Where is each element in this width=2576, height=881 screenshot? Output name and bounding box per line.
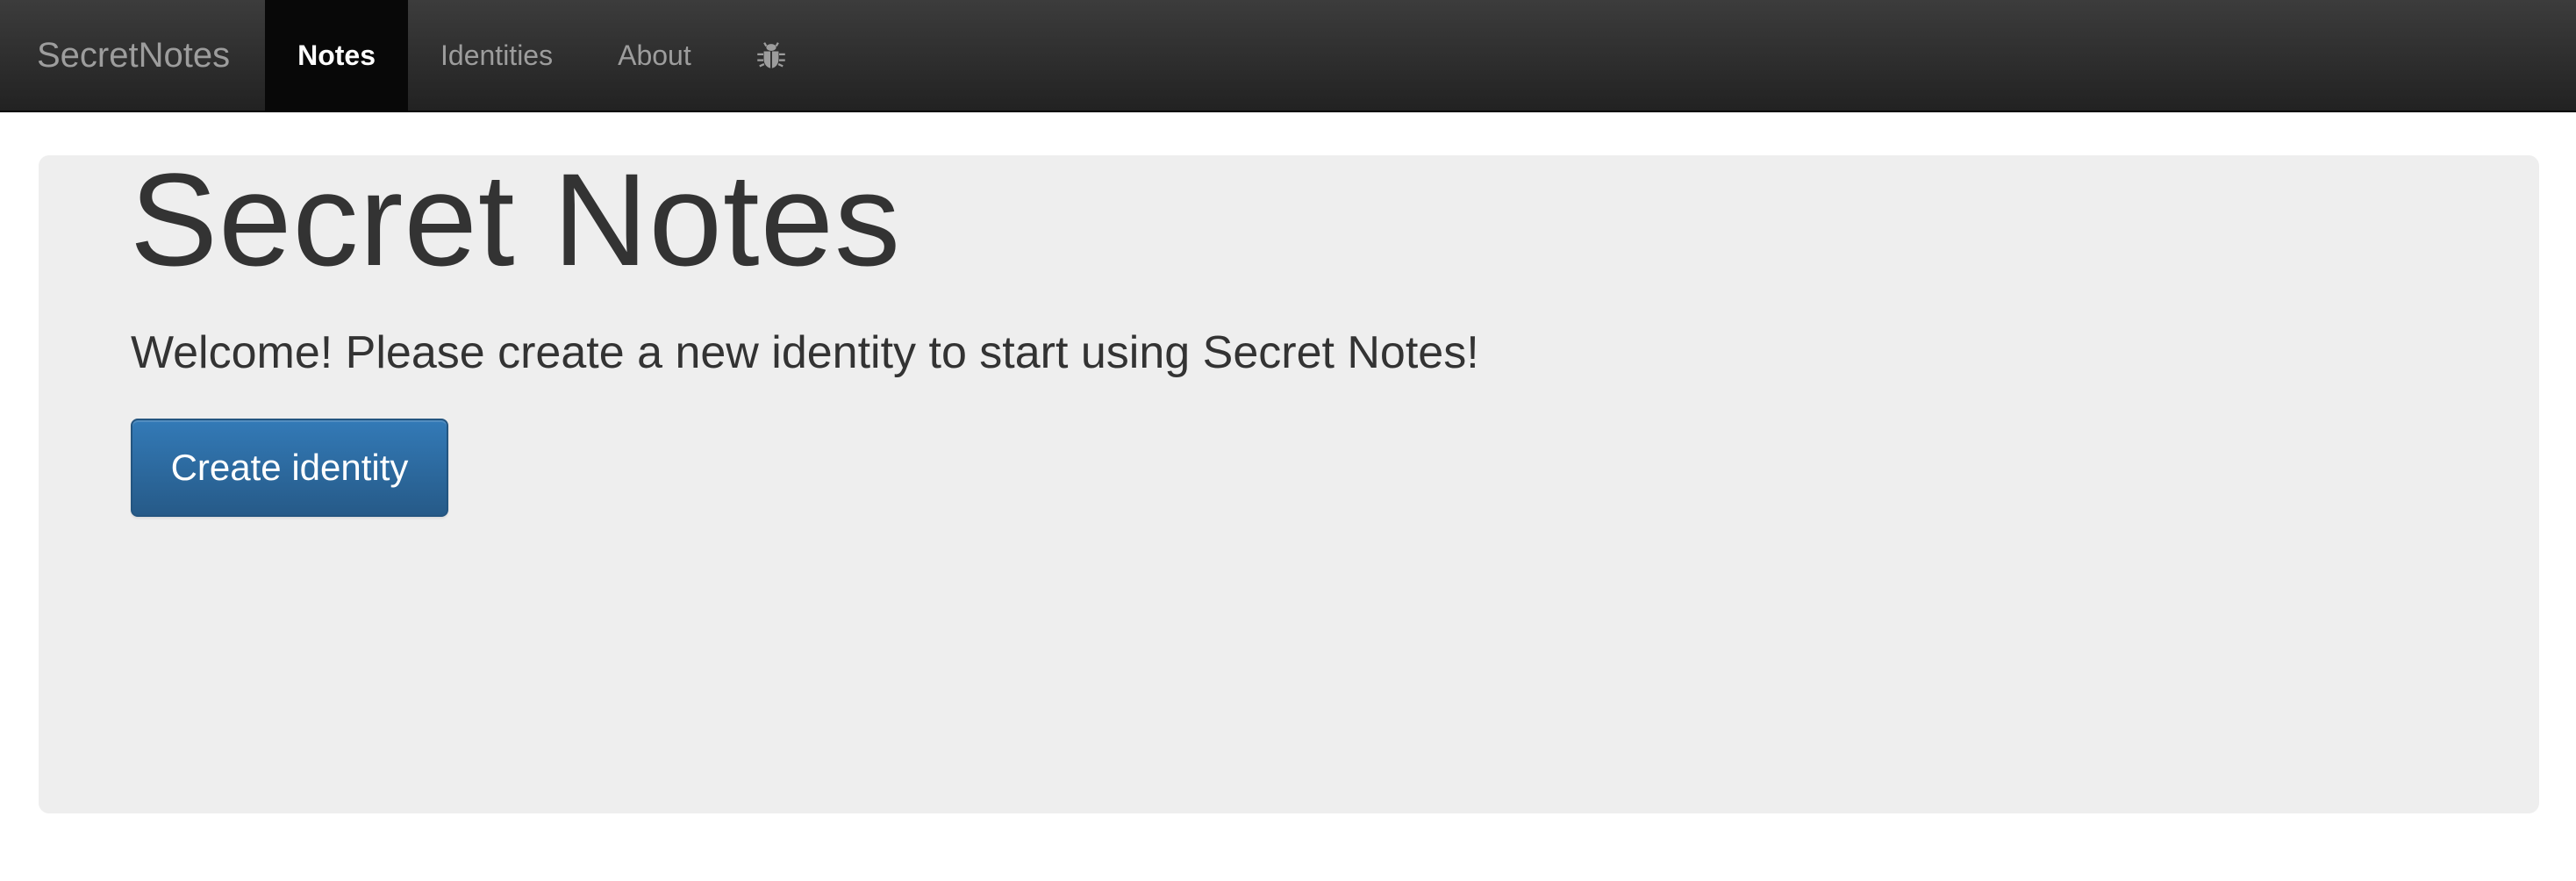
- nav-item-notes[interactable]: Notes: [265, 0, 409, 111]
- create-identity-button[interactable]: Create identity: [131, 419, 448, 517]
- nav-list: Notes Identities About: [265, 0, 819, 111]
- brand-link[interactable]: SecretNotes: [0, 0, 265, 111]
- welcome-message: Welcome! Please create a new identity to…: [131, 327, 1479, 378]
- nav-item-identities[interactable]: Identities: [408, 0, 585, 111]
- bug-icon: [756, 42, 785, 68]
- nav-item-bug[interactable]: [724, 0, 819, 111]
- page-title: Secret Notes: [130, 146, 902, 293]
- nav-item-about[interactable]: About: [585, 0, 724, 111]
- top-navbar: SecretNotes Notes Identities About: [0, 0, 2576, 112]
